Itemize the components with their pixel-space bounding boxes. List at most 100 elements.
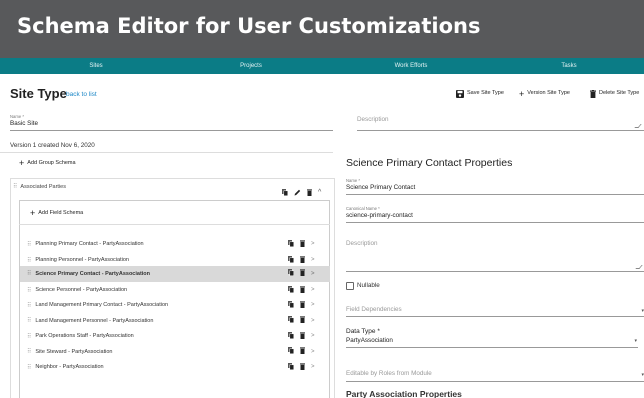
field-row[interactable]: ⠿ Park Operations Staff - PartyAssociatio… <box>20 329 330 345</box>
field-row-label: Park Operations Staff - PartyAssociation <box>35 333 134 340</box>
field-row[interactable]: ⠿ Land Management Personnel - PartyAssoci… <box>20 313 330 329</box>
page-title: Site Type <box>10 86 67 101</box>
field-row[interactable]: ⠿ Neighbor - PartyAssociation > <box>20 360 330 376</box>
drag-handle-icon[interactable]: ⠿ <box>27 302 32 309</box>
field-row-label: Neighbor - PartyAssociation <box>35 364 104 371</box>
chevron-right-icon[interactable]: > <box>311 241 315 247</box>
chevron-up-icon[interactable]: ^ <box>318 189 321 196</box>
version-site-type-button[interactable]: + Version Site Type <box>519 89 570 98</box>
nav-item-work-efforts[interactable]: Work Efforts <box>395 58 428 74</box>
copy-icon[interactable] <box>288 362 295 372</box>
field-row-actions: > <box>288 313 315 329</box>
copy-icon[interactable] <box>288 255 295 265</box>
site-name-label: Name * <box>10 114 24 119</box>
plus-icon: + <box>519 88 525 99</box>
drag-handle-icon[interactable]: ⠿ <box>13 183 18 190</box>
prop-name-label: Name * <box>346 178 360 183</box>
copy-icon[interactable] <box>288 269 295 278</box>
drag-handle-icon[interactable]: ⠿ <box>27 364 32 371</box>
prop-name-input[interactable]: Science Primary Contact <box>346 184 415 191</box>
trash-icon[interactable] <box>300 256 305 265</box>
copy-icon[interactable] <box>288 300 295 310</box>
trash-icon[interactable] <box>307 183 312 201</box>
main-nav: Sites Projects Work Efforts Tasks <box>0 58 644 74</box>
drag-handle-icon[interactable]: ⠿ <box>27 317 32 324</box>
caret-down-icon[interactable]: ▾ <box>634 338 637 344</box>
chevron-right-icon[interactable]: > <box>311 364 315 370</box>
field-row-actions: > <box>288 344 315 360</box>
add-group-schema-label: Add Group Schema <box>27 160 76 166</box>
chevron-right-icon[interactable]: > <box>311 349 315 355</box>
chevron-right-icon[interactable]: > <box>311 318 315 324</box>
trash-icon[interactable] <box>300 301 305 310</box>
version-site-type-label: Version Site Type <box>527 90 570 96</box>
trash-icon[interactable] <box>300 286 305 295</box>
field-row[interactable]: ⠿ Science Personnel - PartyAssociation > <box>20 283 330 299</box>
nav-item-sites[interactable]: Sites <box>89 58 102 74</box>
field-row-label: Site Steward - PartyAssociation <box>35 348 113 355</box>
site-name-input[interactable]: Basic Site <box>10 120 38 127</box>
data-type-label: Data Type * <box>346 328 380 335</box>
field-dependencies-select[interactable]: Field Dependencies <box>346 306 402 313</box>
trash-icon[interactable] <box>300 363 305 372</box>
field-row-actions: > <box>288 329 315 345</box>
group-header: ⠿ Associated Parties <box>13 183 66 191</box>
group-actions: ^ <box>282 183 321 201</box>
prop-name-underline <box>346 194 644 195</box>
field-row[interactable]: ⠿ Science Primary Contact - PartyAssociat… <box>20 266 330 282</box>
copy-icon[interactable] <box>282 183 289 201</box>
trash-icon[interactable] <box>300 316 305 325</box>
trash-icon[interactable] <box>300 269 305 278</box>
field-row[interactable]: ⠿ Land Management Primary Contact - Party… <box>20 298 330 314</box>
trash-icon[interactable] <box>300 347 305 356</box>
delete-site-type-button[interactable]: Delete Site Type <box>590 89 639 98</box>
copy-icon[interactable] <box>288 285 295 295</box>
copy-icon[interactable] <box>288 316 295 325</box>
save-site-type-button[interactable]: Save Site Type <box>456 89 504 98</box>
trash-icon[interactable] <box>300 332 305 341</box>
floppy-disk-icon <box>456 89 464 98</box>
field-dependencies-underline <box>346 316 644 317</box>
site-description-input[interactable]: Description <box>357 116 389 123</box>
field-row-label: Science Primary Contact - PartyAssociati… <box>35 270 151 277</box>
field-row-actions: > <box>288 237 315 253</box>
field-row-label: Land Management Primary Contact - PartyA… <box>35 302 169 309</box>
copy-icon[interactable] <box>288 347 295 356</box>
drag-handle-icon[interactable]: ⠿ <box>27 287 32 294</box>
chevron-right-icon[interactable]: > <box>311 271 315 277</box>
delete-site-type-label: Delete Site Type <box>599 90 640 96</box>
pencil-icon[interactable] <box>294 183 301 201</box>
add-group-schema-button[interactable]: + Add Group Schema <box>19 159 76 168</box>
canonical-name-input[interactable]: science-primary-contact <box>346 212 413 219</box>
back-to-list-link[interactable]: back to list <box>66 91 97 98</box>
app-banner: Schema Editor for User Customizations <box>0 0 644 58</box>
nav-item-tasks[interactable]: Tasks <box>561 58 576 74</box>
editable-roles-select[interactable]: Editable by Roles from Module <box>346 370 432 377</box>
drag-handle-icon[interactable]: ⠿ <box>27 241 32 248</box>
nullable-checkbox[interactable] <box>346 282 354 290</box>
nav-item-projects[interactable]: Projects <box>240 58 262 74</box>
copy-icon[interactable] <box>288 239 295 249</box>
add-field-schema-button[interactable]: + Add Field Schema <box>30 209 83 218</box>
field-row-actions: > <box>288 360 315 376</box>
chevron-right-icon[interactable]: > <box>311 333 315 339</box>
prop-description-input[interactable]: Description <box>346 240 378 247</box>
trash-icon[interactable] <box>300 240 305 249</box>
resize-handle-icon[interactable] <box>635 265 643 269</box>
resize-handle-icon[interactable] <box>634 124 642 128</box>
chevron-right-icon[interactable]: > <box>311 302 315 308</box>
chevron-right-icon[interactable]: > <box>311 257 315 263</box>
data-type-select[interactable]: PartyAssociation <box>346 337 393 344</box>
drag-handle-icon[interactable]: ⠿ <box>27 333 32 340</box>
trash-icon <box>590 89 596 98</box>
copy-icon[interactable] <box>288 331 295 341</box>
canonical-name-underline <box>346 222 644 223</box>
drag-handle-icon[interactable]: ⠿ <box>27 270 32 277</box>
field-row[interactable]: ⠿ Planning Primary Contact - PartyAssocia… <box>20 237 330 253</box>
drag-handle-icon[interactable]: ⠿ <box>27 257 32 264</box>
field-row[interactable]: ⠿ Site Steward - PartyAssociation > <box>20 344 330 360</box>
drag-handle-icon[interactable]: ⠿ <box>27 348 32 355</box>
field-row-label: Land Management Personnel - PartyAssocia… <box>35 317 154 324</box>
properties-title: Science Primary Contact Properties <box>346 157 513 169</box>
chevron-right-icon[interactable]: > <box>311 287 315 293</box>
